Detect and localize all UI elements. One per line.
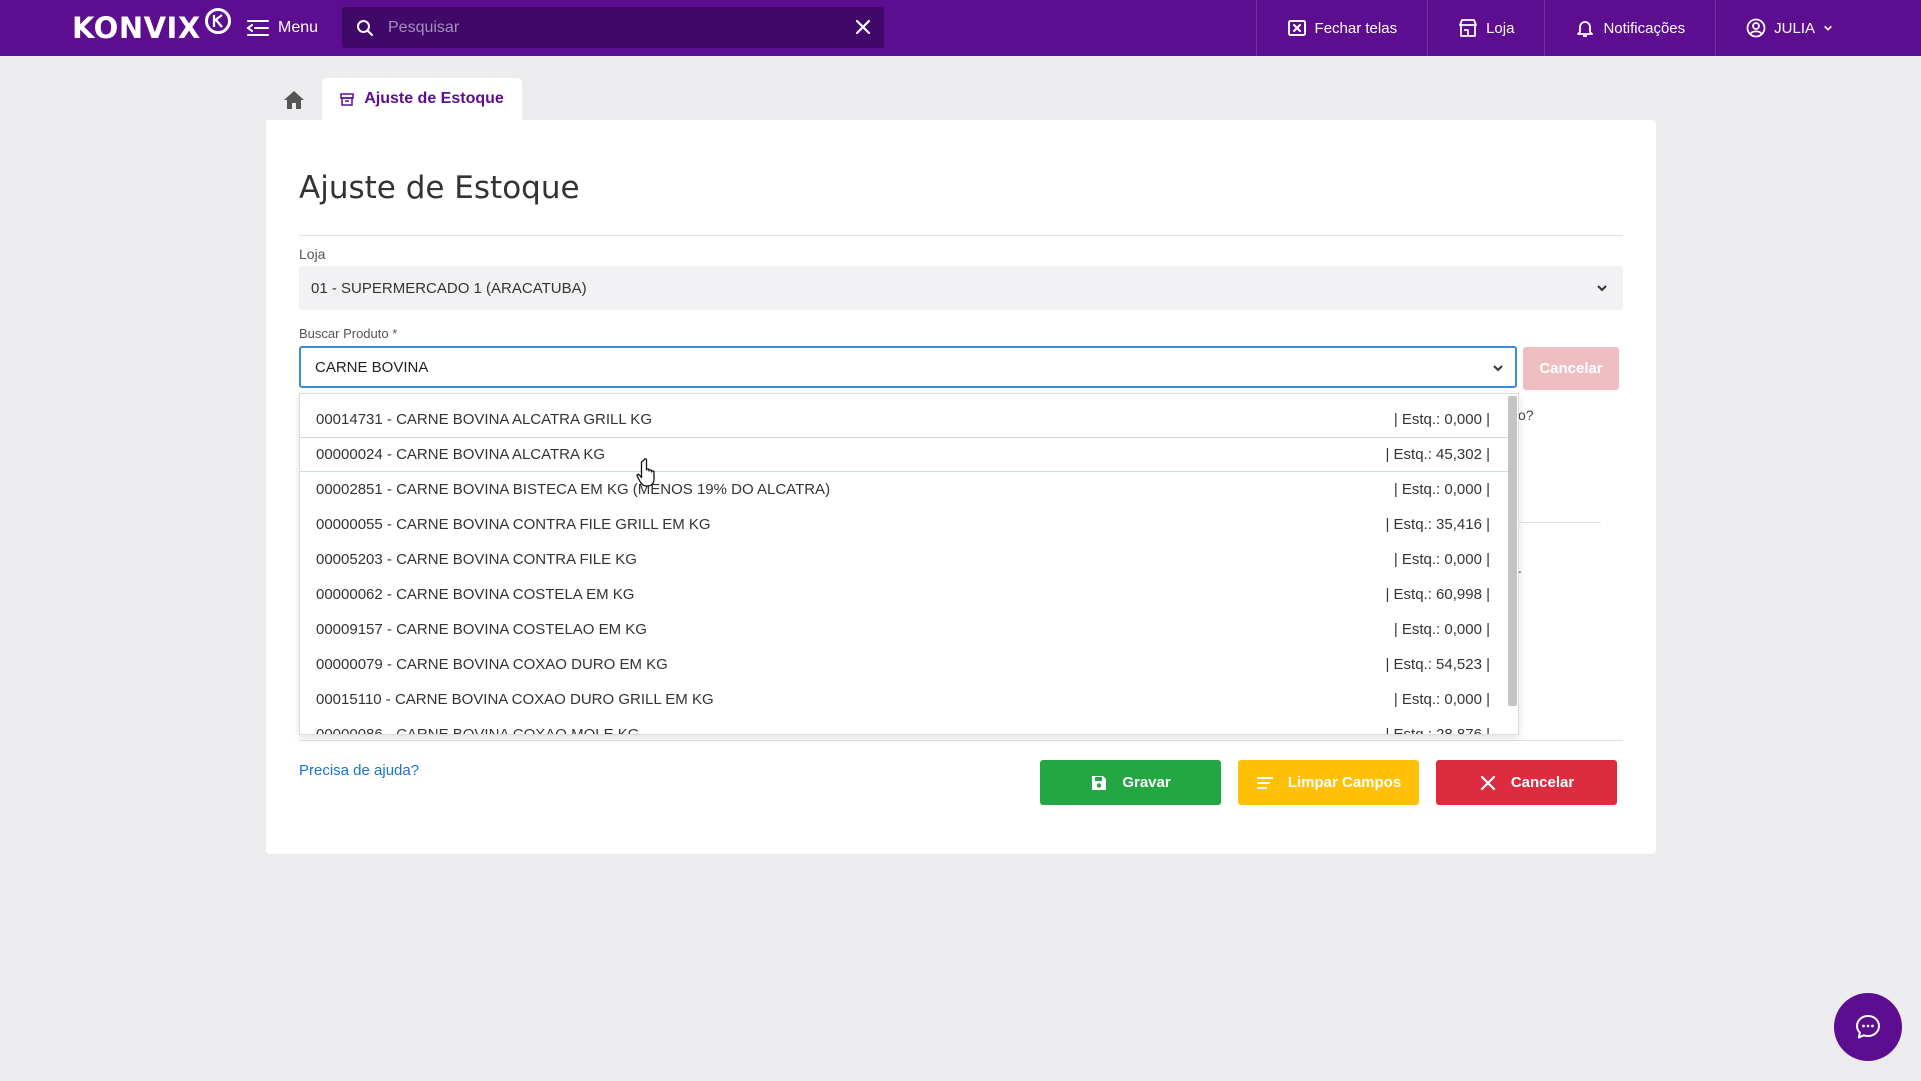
store-select-value: 01 - SUPERMERCADO 1 (ARACATUBA): [311, 279, 587, 297]
product-search-input[interactable]: CARNE BOVINA: [299, 346, 1517, 388]
close-screens-button[interactable]: Fechar telas: [1255, 0, 1428, 56]
product-option-label: 00000055 - CARNE BOVINA CONTRA FILE GRIL…: [316, 516, 711, 533]
product-option-stock: | Estq.: 60,998 |: [1385, 586, 1490, 603]
product-option[interactable]: 00000024 - CARNE BOVINA ALCATRA KG | Estq…: [300, 437, 1508, 472]
close-icon: [1480, 775, 1495, 790]
product-option[interactable]: 00002851 - CARNE BOVINA BISTECA EM KG (M…: [300, 472, 1508, 507]
footer-divider: [299, 740, 1623, 741]
user-menu[interactable]: JULIA: [1715, 0, 1921, 56]
archive-icon: [340, 93, 354, 106]
bell-icon: [1577, 21, 1594, 37]
product-option-stock: | Estq.: 45,302 |: [1385, 446, 1490, 463]
product-option[interactable]: 00000079 - CARNE BOVINA COXAO DURO EM KG…: [300, 647, 1508, 682]
product-option-label: 00000024 - CARNE BOVINA ALCATRA KG: [316, 446, 606, 463]
product-option-label: 00009157 - CARNE BOVINA COSTELAO EM KG: [316, 621, 647, 638]
menu-icon: [246, 20, 269, 36]
cancel-button[interactable]: Cancelar: [1436, 760, 1617, 805]
obscured-text: o?: [1518, 407, 1534, 423]
product-dropdown[interactable]: 00014731 - CARNE BOVINA ALCATRA GRILL KG…: [299, 393, 1519, 735]
top-navbar: KONVIX Menu Fechar telas: [0, 0, 1921, 56]
store-label: Loja: [1486, 19, 1515, 37]
store-icon: [1459, 19, 1477, 37]
chevron-down-icon: [1597, 285, 1607, 292]
title-divider: [299, 235, 1623, 236]
search-icon: [357, 19, 373, 36]
user-name: JULIA: [1774, 19, 1815, 37]
save-label: Gravar: [1122, 774, 1171, 791]
home-tab[interactable]: [266, 80, 322, 120]
menu-button[interactable]: Menu: [246, 14, 318, 42]
search-input[interactable]: [388, 18, 828, 37]
store-field-label: Loja: [299, 246, 326, 262]
product-option[interactable]: 00005203 - CARNE BOVINA CONTRA FILE KG | …: [300, 542, 1508, 577]
product-option-stock: | Estq.: 0,000 |: [1393, 481, 1490, 498]
dropdown-scrollbar[interactable]: [1508, 396, 1517, 706]
product-option[interactable]: 00000055 - CARNE BOVINA CONTRA FILE GRIL…: [300, 507, 1508, 542]
product-option-label: 00002851 - CARNE BOVINA BISTECA EM KG (M…: [316, 481, 831, 498]
chat-bubble-icon: [1856, 1015, 1880, 1039]
product-option-stock: | Estq.: 0,000 |: [1393, 691, 1490, 708]
chevron-down-icon: [1493, 365, 1503, 372]
logo-mark-icon: [204, 8, 231, 34]
form-card: Ajuste de Estoque Loja 01 - SUPERMERCADO…: [266, 120, 1656, 854]
tab-label: Ajuste de Estoque: [364, 90, 504, 107]
product-option-stock: | Estq.: 35,416 |: [1385, 516, 1490, 533]
notifications-button[interactable]: Notificações: [1544, 0, 1715, 56]
product-search-label: Buscar Produto *: [299, 326, 398, 341]
product-option-label: 00000079 - CARNE BOVINA COXAO DURO EM KG: [316, 656, 668, 673]
page-title: Ajuste de Estoque: [299, 170, 580, 206]
product-search-value: CARNE BOVINA: [315, 358, 429, 376]
product-option-label: 00000062 - CARNE BOVINA COSTELA EM KG: [316, 586, 635, 603]
product-option[interactable]: 00015110 - CARNE BOVINA COXAO DURO GRILL…: [300, 682, 1508, 717]
menu-label: Menu: [278, 19, 319, 36]
top-actions: Fechar telas Loja Notificações JULIA: [1255, 0, 1921, 56]
store-select[interactable]: 01 - SUPERMERCADO 1 (ARACATUBA): [299, 266, 1623, 310]
floppy-disk-icon: [1092, 775, 1107, 790]
product-option-stock: | Estq.: 0,000 |: [1393, 551, 1490, 568]
logo-text: KONVIX: [72, 11, 201, 45]
tab-ajuste-estoque[interactable]: Ajuste de Estoque: [322, 78, 522, 120]
clear-lines-icon: [1256, 776, 1273, 789]
help-link[interactable]: Precisa de ajuda?: [299, 762, 419, 779]
product-option-label: 00015110 - CARNE BOVINA COXAO DURO GRILL…: [316, 691, 714, 708]
product-option-stock: | Estq.: 54,523 |: [1385, 656, 1490, 673]
product-option-label: 00014731 - CARNE BOVINA ALCATRA GRILL KG: [316, 411, 652, 428]
product-option-label: 00005203 - CARNE BOVINA CONTRA FILE KG: [316, 551, 637, 568]
product-option[interactable]: 00000086 - CARNE BOVINA COXAO MOLE KG | E…: [300, 717, 1508, 735]
save-button[interactable]: Gravar: [1040, 760, 1221, 805]
konvix-logo[interactable]: KONVIX: [72, 8, 231, 46]
product-option[interactable]: 00014731 - CARNE BOVINA ALCATRA GRILL KG…: [300, 402, 1508, 437]
notifications-label: Notificações: [1603, 19, 1686, 37]
chevron-down-icon: [1824, 25, 1832, 31]
clear-fields-button[interactable]: Limpar Campos: [1238, 760, 1419, 805]
product-option[interactable]: 00009157 - CARNE BOVINA COSTELAO EM KG | …: [300, 612, 1508, 647]
home-icon: [284, 91, 304, 109]
chat-button[interactable]: [1834, 993, 1902, 1061]
close-window-icon: [1287, 20, 1306, 36]
product-option[interactable]: 00000062 - CARNE BOVINA COSTELA EM KG | E…: [300, 577, 1508, 612]
section-divider: [1518, 522, 1601, 523]
hand-pointer-icon: [636, 458, 655, 487]
close-screens-label: Fechar telas: [1314, 19, 1398, 37]
clear-fields-label: Limpar Campos: [1287, 774, 1402, 791]
user-avatar-icon: [1746, 18, 1766, 38]
clear-search-icon[interactable]: [854, 18, 872, 36]
product-option-label: 00000086 - CARNE BOVINA COXAO MOLE KG: [316, 726, 640, 735]
cancel-label: Cancelar: [1510, 774, 1575, 791]
store-button[interactable]: Loja: [1427, 0, 1544, 56]
global-search: [342, 7, 884, 48]
cancel-search-button[interactable]: Cancelar: [1523, 347, 1619, 390]
product-option-stock: | Estq.: 0,000 |: [1393, 411, 1490, 428]
product-option-stock: | Estq.: 0,000 |: [1393, 621, 1490, 638]
product-option-stock: | Estq.: 28,876 |: [1385, 726, 1490, 735]
product-options-list: 00014731 - CARNE BOVINA ALCATRA GRILL KG…: [300, 402, 1508, 735]
